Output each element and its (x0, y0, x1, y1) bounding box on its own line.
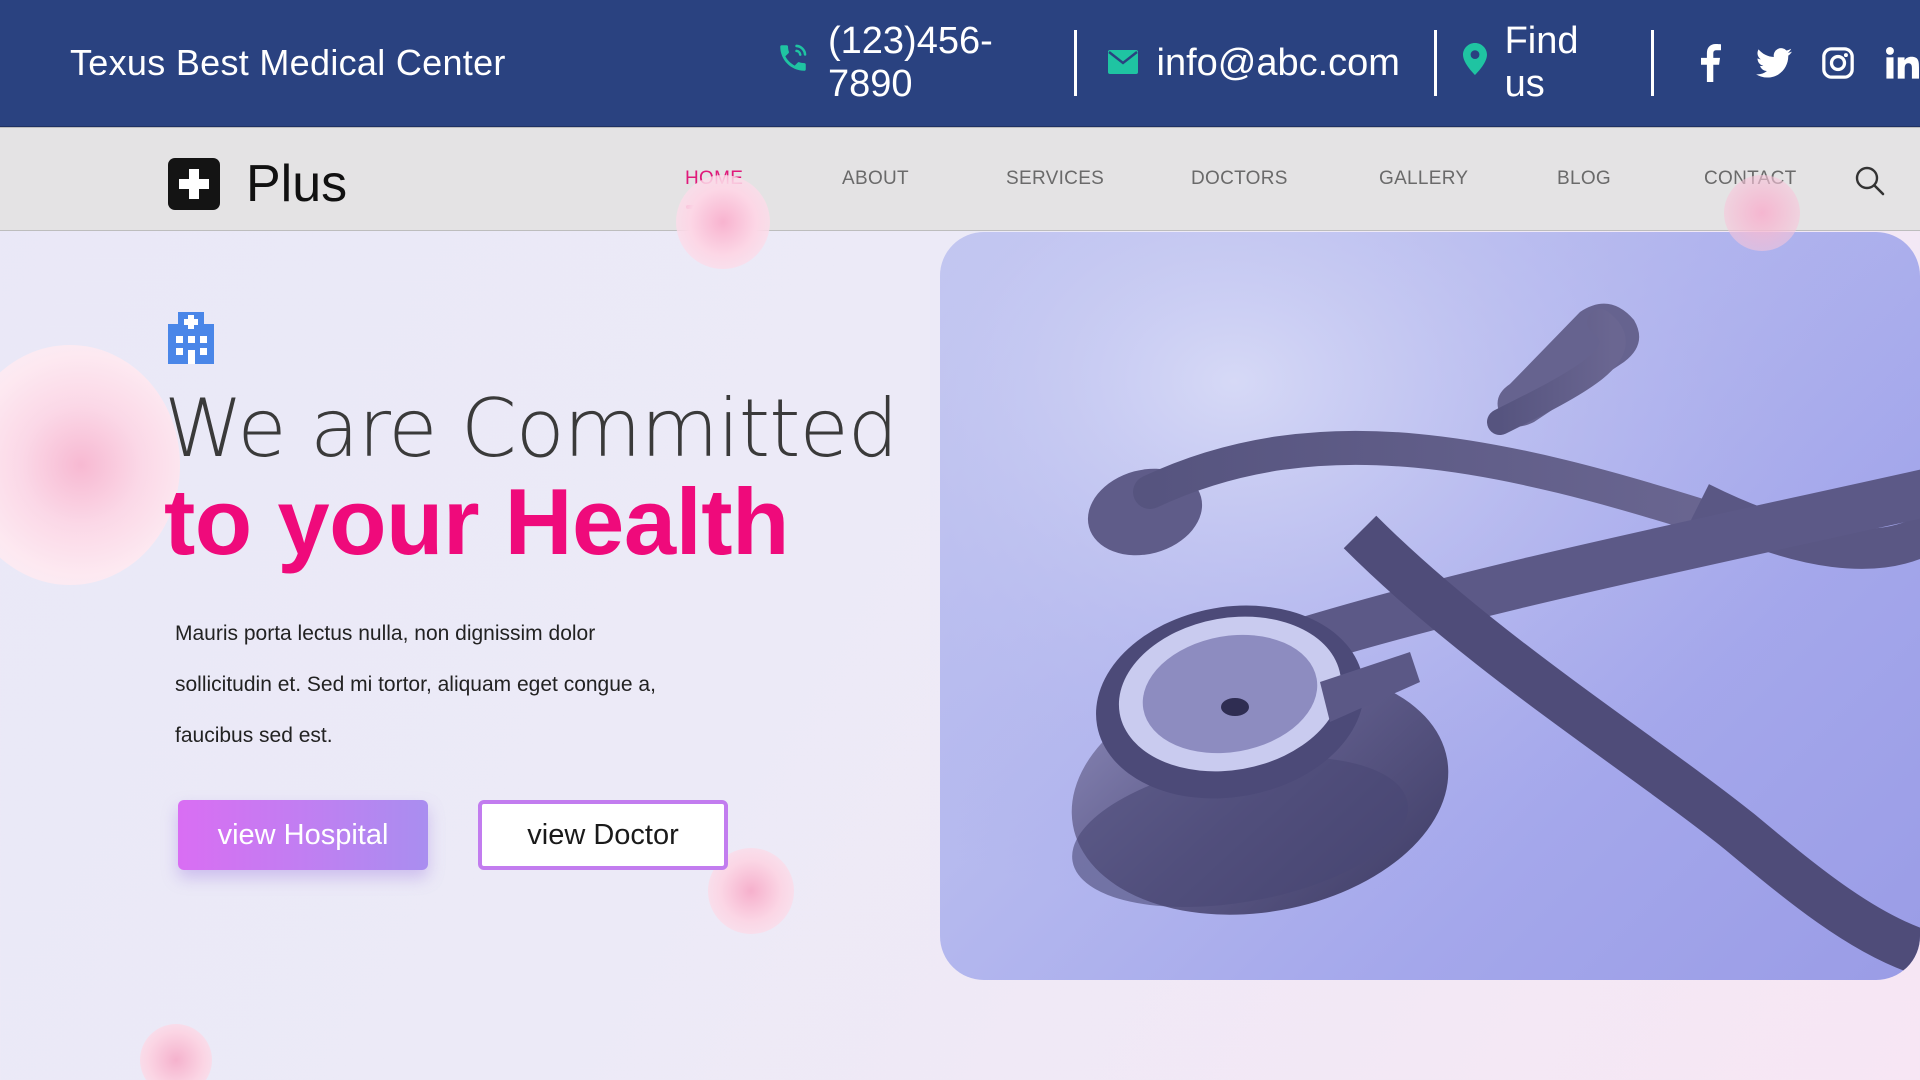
twitter-icon[interactable] (1756, 45, 1793, 81)
social-links (1692, 44, 1920, 82)
divider (1433, 30, 1437, 96)
decorative-bubble (140, 1024, 212, 1080)
divider (1651, 30, 1655, 96)
facebook-icon[interactable] (1692, 44, 1728, 82)
description-line: faucibus sed est. (175, 724, 333, 747)
phone-number: (123)456-7890 (828, 20, 993, 105)
nav-about[interactable]: ABOUT (842, 168, 909, 190)
main-navbar: Plus HOME ABOUT SERVICES DOCTORS GALLERY… (0, 127, 1920, 231)
search-icon[interactable] (1854, 165, 1886, 197)
hero-highlight: to your Health (164, 469, 789, 574)
instagram-icon[interactable] (1820, 45, 1856, 81)
hospital-building-icon (166, 310, 216, 364)
hero-headline: We are Committed (164, 382, 898, 475)
nav-links: HOME ABOUT SERVICES DOCTORS GALLERY BLOG… (0, 128, 1920, 232)
mail-icon (1107, 42, 1139, 85)
description-line: sollicitudin et. Sed mi tortor, aliquam … (175, 673, 656, 696)
email-link[interactable]: info@abc.com (1107, 42, 1400, 85)
view-doctor-button[interactable]: view Doctor (478, 800, 728, 870)
phone-icon (776, 41, 810, 85)
site-name: Texus Best Medical Center (70, 42, 506, 83)
top-contact-bar: Texus Best Medical Center (123)456-7890 … (0, 0, 1920, 127)
hero-description: Mauris porta lectus nulla, non dignissim… (175, 608, 735, 761)
map-pin-icon (1462, 42, 1487, 85)
linkedin-icon[interactable] (1884, 45, 1920, 81)
nav-gallery[interactable]: GALLERY (1379, 168, 1468, 190)
find-us-link[interactable]: Find us (1462, 20, 1608, 106)
email-address: info@abc.com (1156, 41, 1400, 84)
nav-home[interactable]: HOME (685, 168, 743, 190)
nav-doctors[interactable]: DOCTORS (1191, 168, 1288, 190)
view-hospital-button[interactable]: view Hospital (178, 800, 428, 870)
active-indicator (686, 205, 752, 209)
nav-services[interactable]: SERVICES (1006, 168, 1104, 190)
contact-group: (123)456-7890 info@abc.com Find us (776, 0, 1920, 127)
phone-link[interactable]: (123)456-7890 (776, 20, 1038, 106)
divider (1073, 30, 1077, 96)
nav-contact[interactable]: CONTACT (1704, 168, 1797, 190)
decorative-bubble (0, 345, 180, 585)
description-line: Mauris porta lectus nulla, non dignissim… (175, 622, 596, 645)
stethoscope-photo (940, 232, 1920, 980)
find-us-label: Find us (1504, 20, 1579, 105)
nav-blog[interactable]: BLOG (1557, 168, 1611, 190)
